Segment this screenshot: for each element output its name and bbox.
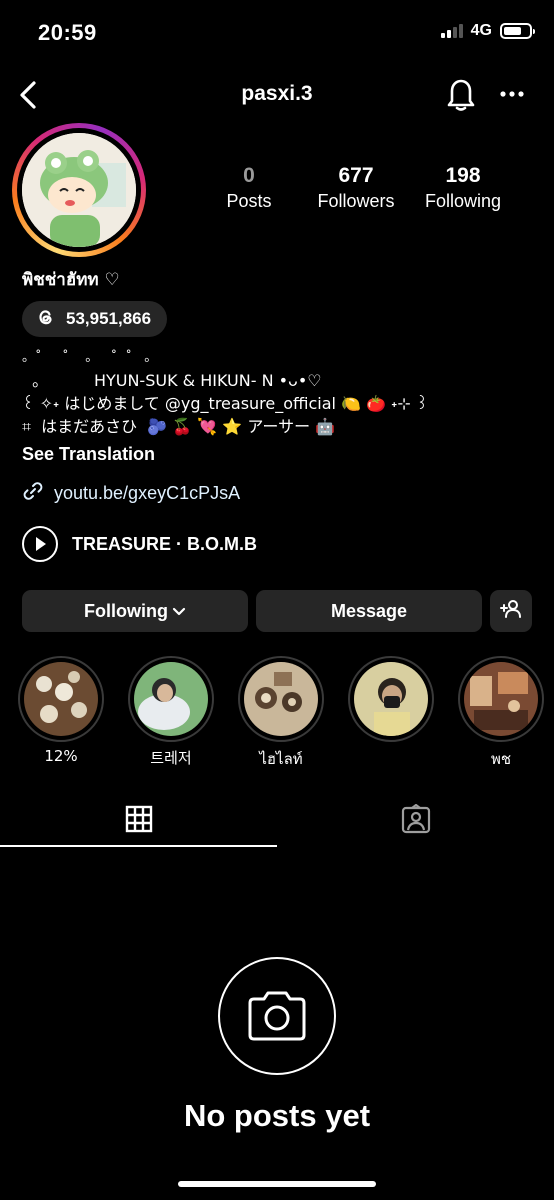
highlight-label: 트레저 [150, 749, 192, 767]
following-label: Following [424, 191, 502, 211]
highlight-label: พช [490, 750, 512, 768]
bio-line: 。 HYUN-SUK & HIKUN- N •ᴗ•♡ [22, 371, 322, 390]
followers-count: 677 [338, 164, 374, 187]
threads-badge[interactable]: 53,951,866 [22, 301, 168, 337]
status-indicators: 4G [440, 22, 535, 40]
stat-followers[interactable]: 677 Followers [308, 164, 404, 212]
avatar-image [22, 133, 136, 247]
suggested-people-button[interactable] [490, 590, 532, 632]
network-label: 4G [470, 22, 492, 39]
posts-count: 0 [243, 164, 255, 187]
stat-posts: 0 Posts [222, 164, 276, 212]
highlight-label [348, 747, 434, 767]
display-name: พิชช่าฮัทท ♡ [22, 270, 120, 290]
profile-avatar[interactable] [12, 123, 146, 257]
top-nav: pasxi.3 [0, 70, 554, 120]
highlight-cover [464, 662, 538, 736]
tab-tagged[interactable] [277, 796, 554, 846]
bio-line: ꒰ ✧˖ はじめまして @yg_treasure_official 🍋 🍅 ˖⊹… [22, 394, 429, 413]
highlight-item[interactable] [348, 656, 434, 767]
posts-label: Posts [226, 191, 272, 211]
link-text: youtu.be/gxeyC1cPJsA [54, 483, 241, 503]
signal-icon [440, 24, 463, 38]
highlight-cover [354, 662, 428, 736]
threads-icon [34, 306, 56, 333]
highlight-cover [24, 662, 98, 736]
chevron-down-icon [172, 601, 186, 622]
status-bar: 20:59 4G [0, 0, 554, 66]
highlight-item[interactable]: พช [458, 656, 544, 768]
highlight-item[interactable]: ไฮไลท์ [238, 656, 324, 768]
message-button-label: Message [330, 600, 408, 621]
active-tab-indicator [0, 845, 277, 847]
following-button-label: Following [84, 600, 168, 621]
profile-bio: 。˚ ˚ 。 ˚ ˚ 。 。 HYUN-SUK & HIKUN- N •ᴗ•♡ … [22, 346, 542, 438]
play-icon[interactable] [22, 526, 58, 562]
threads-count: 53,951,866 [66, 309, 152, 328]
following-button[interactable]: Following [22, 590, 248, 632]
home-indicator[interactable] [178, 1181, 376, 1187]
highlight-item[interactable]: 트레저 [128, 656, 214, 767]
grid-icon [125, 805, 153, 838]
following-count: 198 [445, 164, 481, 187]
followers-label: Followers [317, 191, 395, 211]
highlight-cover [244, 662, 318, 736]
more-options-icon[interactable] [496, 78, 528, 110]
see-translation-link[interactable]: See Translation [22, 444, 155, 465]
battery-icon [500, 23, 535, 39]
empty-state-title: No posts yet [183, 1098, 371, 1133]
tab-posts-grid[interactable] [0, 796, 277, 846]
bio-line: ⌗ はまだあさひ 🫐 🍒 💘 ⭐ アーサー 🤖 [22, 417, 336, 436]
link-icon [22, 480, 44, 507]
message-button[interactable]: Message [256, 590, 482, 632]
stat-following[interactable]: 198 Following [416, 164, 510, 212]
music-title: TREASURE · B.O.M.B [72, 533, 258, 554]
tagged-person-icon [401, 803, 431, 839]
add-person-icon [500, 599, 522, 624]
status-time: 20:59 [38, 20, 97, 45]
highlight-cover [134, 662, 208, 736]
bell-icon[interactable] [444, 76, 478, 112]
highlight-label: ไฮไลท์ [259, 750, 303, 768]
highlight-label: 12% [44, 747, 78, 765]
camera-icon [218, 957, 336, 1075]
profile-link[interactable]: youtu.be/gxeyC1cPJsA [22, 480, 240, 507]
profile-music[interactable]: TREASURE · B.O.M.B [22, 526, 257, 562]
highlight-item[interactable]: 12% [18, 656, 104, 767]
bio-decoration: 。˚ ˚ 。 ˚ ˚ 。 [22, 350, 158, 365]
